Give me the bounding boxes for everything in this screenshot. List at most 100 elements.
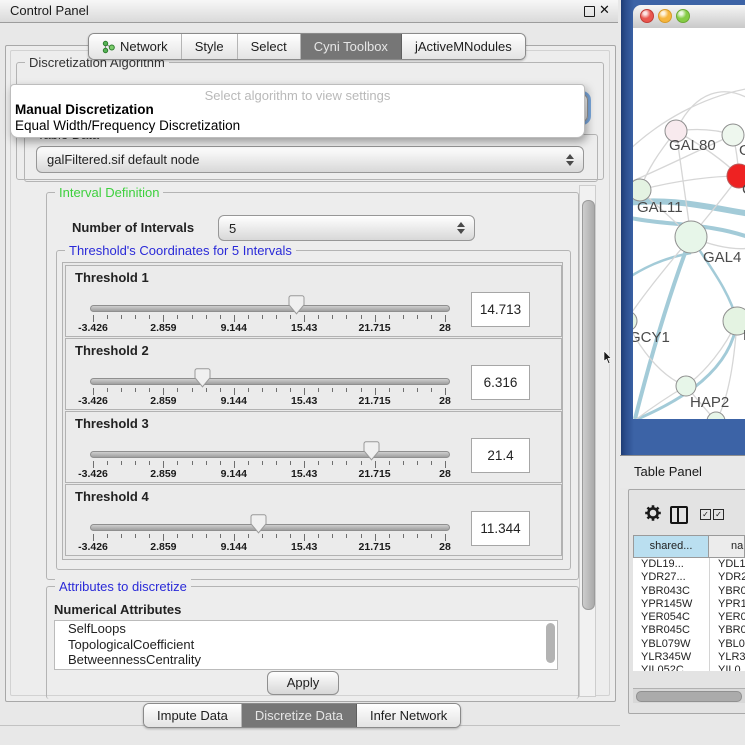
table-row[interactable]: YLR345W YLR3 <box>633 651 745 664</box>
network-node-hap2[interactable] <box>676 376 696 396</box>
tab-discretize-data[interactable]: Discretize Data <box>242 704 357 727</box>
tab-cyni-toolbox[interactable]: Cyni Toolbox <box>301 34 402 59</box>
scrollbar-thumb[interactable] <box>636 691 742 702</box>
attribute-item-selfloops[interactable]: SelfLoops <box>55 621 557 637</box>
network-view-canvas[interactable]: GAL80GCGAL11GAL4GCY1HHAP2 <box>633 28 745 419</box>
cell-shared-name[interactable]: YBR043C <box>641 585 690 598</box>
numerical-attributes-heading: Numerical Attributes <box>54 602 181 617</box>
table-row[interactable]: YPR145W YPR1 <box>633 598 745 611</box>
network-node-gcy1[interactable] <box>633 311 637 331</box>
tab-infer-network[interactable]: Infer Network <box>357 704 460 727</box>
cell-shared-name[interactable]: YDL19... <box>641 558 684 571</box>
threshold-value-field[interactable]: 21.4 <box>471 438 530 473</box>
tick-mark <box>403 534 404 538</box>
tick-mark <box>346 461 347 465</box>
minimize-light[interactable] <box>658 9 672 23</box>
cell-name[interactable]: YDL1 <box>718 558 745 571</box>
slider-handle[interactable] <box>288 295 305 315</box>
tick-mark <box>290 534 291 538</box>
cell-name[interactable]: YLR3 <box>718 651 745 664</box>
slider-track[interactable] <box>90 378 450 385</box>
checkbox-icon[interactable]: ✓ <box>700 509 711 520</box>
table-row[interactable]: YIL052C YIL0 <box>633 664 745 671</box>
table-horizontal-scrollbar[interactable] <box>633 688 745 703</box>
table-row[interactable]: YBL079W YBL0 <box>633 638 745 651</box>
cell-shared-name[interactable]: YER054C <box>641 611 690 624</box>
float-window-icon[interactable] <box>584 6 595 17</box>
zoom-light[interactable] <box>676 9 690 23</box>
column-header-name[interactable]: na <box>709 535 745 558</box>
tick-label: 21.715 <box>352 395 398 407</box>
apply-button[interactable]: Apply <box>267 671 339 695</box>
tick-label: 28 <box>422 468 468 480</box>
tab-jactivemnodules[interactable]: jActiveMNodules <box>402 34 525 59</box>
tick-mark <box>192 534 193 538</box>
cell-name[interactable]: YPR1 <box>718 598 745 611</box>
tick-mark <box>149 315 150 319</box>
popup-option-manual-discretization[interactable]: Manual Discretization <box>15 102 154 117</box>
threshold-value-field[interactable]: 11.344 <box>471 511 530 546</box>
cell-name[interactable]: YBL0 <box>718 638 745 651</box>
slider-track[interactable] <box>90 305 450 312</box>
cell-shared-name[interactable]: YLR345W <box>641 651 691 664</box>
tick-mark <box>121 315 122 319</box>
cell-shared-name[interactable]: YBL079W <box>641 638 691 651</box>
slider-handle[interactable] <box>194 368 211 388</box>
cell-shared-name[interactable]: YIL052C <box>641 664 684 671</box>
column-header-shared-name[interactable]: shared... <box>633 535 709 558</box>
number-of-intervals-value: 5 <box>229 221 236 236</box>
attribute-item-betweennesscentrality[interactable]: BetweennessCentrality <box>55 652 557 668</box>
network-node-gal11[interactable] <box>633 179 651 201</box>
tab-style[interactable]: Style <box>182 34 238 59</box>
table-rows[interactable]: YDL19...YDL1YDR27...YDR2YBR043CYBR0YPR14… <box>633 558 745 671</box>
slider-handle[interactable] <box>363 441 380 461</box>
close-icon[interactable]: ✕ <box>599 2 610 18</box>
tick-mark <box>220 315 221 319</box>
table-data-select[interactable]: galFiltered.sif default node <box>36 146 584 173</box>
tick-label: 21.715 <box>352 468 398 480</box>
cell-shared-name[interactable]: YBR045C <box>641 624 690 637</box>
popup-option-equal-width-frequency[interactable]: Equal Width/Frequency Discretization <box>15 118 240 133</box>
network-node-h[interactable] <box>723 307 745 335</box>
attribute-item-topologicalcoefficient[interactable]: TopologicalCoefficient <box>55 637 557 653</box>
control-panel-titlebar: Control Panel ✕ <box>0 0 618 23</box>
tick-mark <box>304 461 305 468</box>
cell-shared-name[interactable]: YPR145W <box>641 598 692 611</box>
panel-vertical-scrollbar[interactable] <box>579 185 596 697</box>
slider-track[interactable] <box>90 451 450 458</box>
tab-select[interactable]: Select <box>238 34 301 59</box>
gear-icon[interactable] <box>644 504 662 522</box>
table-row[interactable]: YBR043C YBR0 <box>633 585 745 598</box>
threshold-value-field[interactable]: 6.316 <box>471 365 530 400</box>
tick-mark <box>107 315 108 319</box>
columns-icon[interactable] <box>670 506 688 524</box>
tab-impute-data[interactable]: Impute Data <box>144 704 242 727</box>
tick-mark <box>318 534 319 538</box>
table-row[interactable]: YDR27... YDR2 <box>633 571 745 584</box>
mouse-cursor <box>603 351 612 364</box>
table-row[interactable]: YDL19... YDL1 <box>633 558 745 571</box>
slider-handle[interactable] <box>250 514 267 534</box>
tab-network[interactable]: Network <box>89 34 182 59</box>
cell-name[interactable]: YBR0 <box>718 585 745 598</box>
list-scrollbar[interactable] <box>546 623 555 663</box>
cell-name[interactable]: YIL0 <box>718 664 741 671</box>
tick-mark <box>163 534 164 541</box>
tick-mark <box>290 461 291 465</box>
close-light[interactable] <box>640 9 654 23</box>
number-of-intervals-select[interactable]: 5 <box>218 215 475 241</box>
cell-name[interactable]: YER0 <box>718 611 745 624</box>
scrollbar-thumb[interactable] <box>582 200 595 610</box>
checkbox-icon[interactable]: ✓ <box>713 509 724 520</box>
tick-mark <box>290 388 291 392</box>
tick-mark <box>93 315 94 322</box>
table-row[interactable]: YBR045C YBR0 <box>633 624 745 637</box>
cell-shared-name[interactable]: YDR27... <box>641 571 686 584</box>
table-row[interactable]: YER054C YER0 <box>633 611 745 624</box>
slider-track[interactable] <box>90 524 450 531</box>
numerical-attributes-list[interactable]: SelfLoopsTopologicalCoefficientBetweenne… <box>54 620 558 670</box>
network-window-titlebar[interactable] <box>633 5 745 29</box>
cell-name[interactable]: YBR0 <box>718 624 745 637</box>
cell-name[interactable]: YDR2 <box>718 571 745 584</box>
threshold-value-field[interactable]: 14.713 <box>471 292 530 327</box>
